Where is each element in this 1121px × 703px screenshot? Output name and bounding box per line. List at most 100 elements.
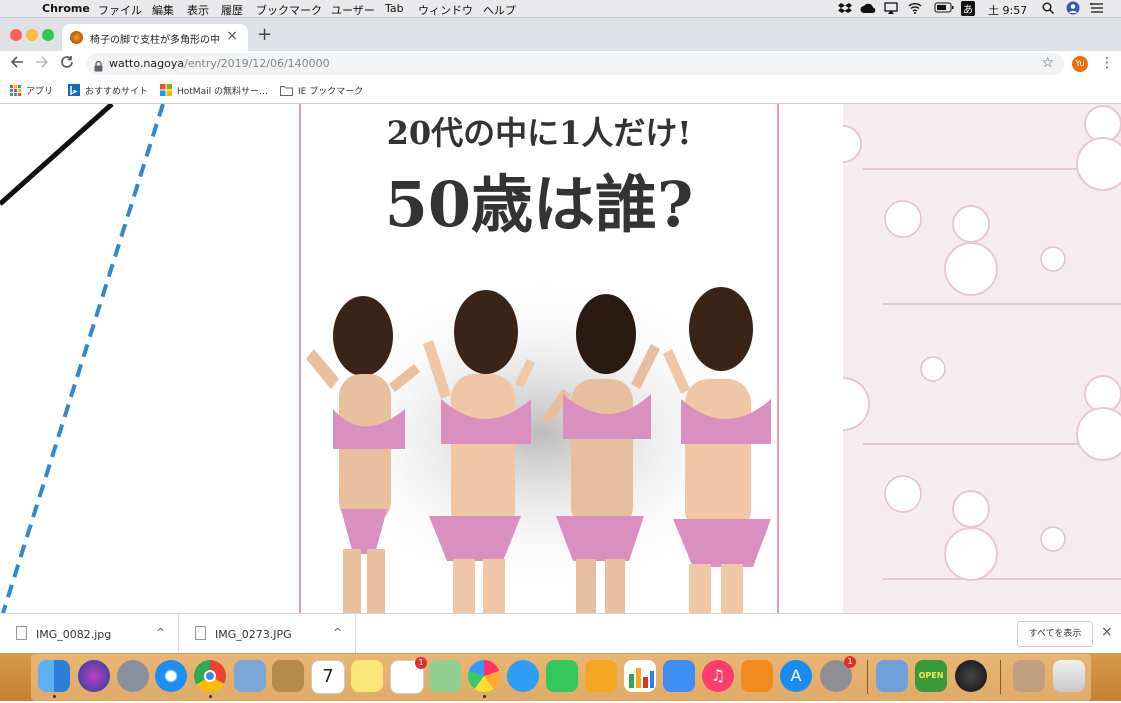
facetime-icon[interactable] [546, 660, 578, 692]
airplay-icon[interactable] [884, 2, 898, 17]
app-store-icon[interactable]: A [780, 660, 812, 692]
reminders-icon[interactable]: 1 [390, 657, 427, 694]
close-download-shelf-button[interactable]: × [1101, 624, 1113, 640]
url-host: watto.nagoya [109, 57, 185, 70]
web-page-content: 20代の中に1人だけ! 50歳は誰? [0, 104, 1121, 613]
spotlight-search-icon[interactable] [1042, 2, 1055, 17]
download-item[interactable]: IMG_0273.JPG ^ [179, 614, 356, 654]
reload-icon [61, 56, 73, 68]
dropbox-icon[interactable] [838, 2, 852, 17]
active-tab[interactable]: 椅子の脚で支柱が多角形の中心か… × [62, 24, 248, 51]
prefs-badge: 1 [844, 656, 856, 668]
menu-users[interactable]: ユーザー [331, 2, 375, 18]
chevron-up-icon[interactable]: ^ [156, 626, 165, 639]
bookmark-label: IE ブックマーク [298, 87, 364, 97]
bookmarks-bar: アプリ おすすめサイト HotMail の無料サー… IE ブックマーク [0, 79, 1121, 104]
chevron-up-icon[interactable]: ^ [333, 626, 342, 639]
show-all-downloads-button[interactable]: すべてを表示 [1017, 621, 1093, 647]
minimize-window-button[interactable] [26, 29, 38, 41]
tab-close-button[interactable]: × [226, 28, 238, 44]
reload-button[interactable] [60, 54, 74, 73]
image-capture-icon[interactable] [876, 660, 908, 692]
cloud-icon[interactable] [860, 2, 876, 17]
pages-icon[interactable] [585, 660, 617, 692]
bookmark-label: HotMail の無料サー… [177, 87, 268, 97]
chrome-icon[interactable] [194, 660, 226, 692]
battery-icon[interactable] [934, 2, 954, 16]
bing-icon [68, 84, 80, 99]
download-item[interactable]: IMG_0082.jpg ^ [0, 614, 179, 654]
bookmark-apps[interactable]: アプリ [10, 84, 53, 99]
tab-strip: 椅子の脚で支柱が多角形の中心か… × [0, 18, 1121, 51]
lock-icon[interactable] [94, 57, 103, 76]
bookmark-ie-folder[interactable]: IE ブックマーク [280, 84, 363, 99]
trash-icon[interactable] [1053, 660, 1085, 692]
headline-line1: 20代の中に1人だけ! [386, 114, 692, 152]
snowman-icon [843, 105, 1121, 581]
downloads-stack-icon[interactable] [1013, 660, 1045, 692]
new-tab-button[interactable]: + [257, 24, 272, 45]
back-button[interactable] [10, 54, 24, 73]
bookmark-label: アプリ [26, 87, 54, 97]
forward-button[interactable] [35, 54, 49, 73]
forward-arrow-icon [36, 56, 49, 68]
bookmark-hotmail[interactable]: HotMail の無料サー… [160, 84, 268, 99]
menu-app-name[interactable]: Chrome [42, 2, 90, 15]
menubar-clock[interactable]: 土 9:57 [988, 2, 1027, 18]
notes-icon[interactable] [351, 660, 383, 692]
numbers-icon[interactable] [624, 660, 656, 692]
bookmark-recommended-sites[interactable]: おすすめサイト [68, 84, 148, 99]
wifi-icon[interactable] [908, 2, 922, 17]
running-indicator [53, 695, 56, 698]
user-avatar-icon[interactable] [1066, 1, 1080, 18]
launchpad-icon[interactable] [117, 660, 149, 692]
open-sign-icon[interactable]: OPEN [915, 660, 947, 692]
siri-icon[interactable] [78, 660, 110, 692]
finder-icon[interactable] [38, 660, 70, 692]
bookmark-label: おすすめサイト [85, 87, 149, 97]
menu-window[interactable]: ウィンドウ [418, 2, 473, 18]
preview-icon[interactable] [234, 660, 266, 692]
article-image: 20代の中に1人だけ! 50歳は誰? [299, 104, 779, 613]
url-path: /entry/2019/12/06/140000 [184, 57, 330, 70]
lamp-icon[interactable] [955, 660, 987, 692]
menu-edit[interactable]: 編集 [152, 2, 174, 18]
running-indicator [209, 695, 212, 698]
dock-separator [867, 660, 868, 694]
menu-tab[interactable]: Tab [385, 2, 404, 15]
site-favicon-icon [70, 31, 83, 44]
profile-avatar[interactable]: Yu [1072, 56, 1088, 72]
dock-separator [1000, 660, 1001, 694]
books-icon[interactable] [741, 660, 773, 692]
download-filename: IMG_0082.jpg [36, 628, 112, 641]
contacts-icon[interactable] [272, 660, 304, 692]
zoom-window-button[interactable] [42, 29, 54, 41]
menu-help[interactable]: ヘルプ [483, 2, 516, 18]
photos-icon[interactable] [468, 660, 500, 692]
more-menu-icon[interactable]: ⋮ [1100, 55, 1114, 71]
menu-view[interactable]: 表示 [187, 2, 209, 18]
safari-icon[interactable] [155, 660, 187, 692]
file-icon [16, 626, 27, 640]
reminders-badge: 1 [415, 657, 427, 669]
close-window-button[interactable] [10, 29, 22, 41]
menu-bookmarks[interactable]: ブックマーク [256, 2, 322, 18]
tab-title: 椅子の脚で支柱が多角形の中心か… [90, 35, 220, 46]
bookmark-star-icon[interactable]: ☆ [1041, 55, 1054, 71]
url-text[interactable]: watto.nagoya/entry/2019/12/06/140000 [109, 57, 330, 70]
menu-history[interactable]: 履歴 [221, 2, 243, 18]
back-arrow-icon [10, 56, 23, 68]
menu-file[interactable]: ファイル [98, 2, 142, 18]
ime-indicator[interactable]: あ [961, 1, 975, 16]
messages-icon[interactable] [507, 660, 539, 692]
running-indicator [483, 695, 486, 698]
music-icon[interactable]: ♫ [702, 660, 734, 692]
maps-icon[interactable] [429, 660, 461, 692]
calendar-icon[interactable]: 7 [311, 660, 345, 694]
notification-center-icon[interactable] [1090, 2, 1104, 17]
sidebar-pattern [843, 104, 1121, 613]
address-bar[interactable]: watto.nagoya/entry/2019/12/06/140000 ☆ [86, 53, 1064, 75]
download-shelf: IMG_0082.jpg ^ IMG_0273.JPG ^ すべてを表示 × [0, 613, 1121, 654]
system-preferences-icon[interactable]: 1 [820, 656, 856, 692]
keynote-icon[interactable] [663, 660, 695, 692]
